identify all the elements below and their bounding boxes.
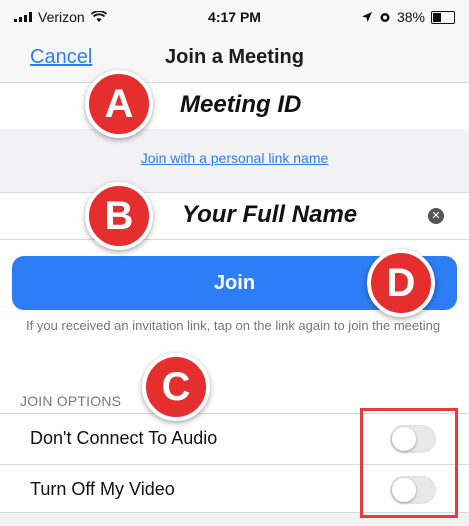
battery-percent: 38% xyxy=(396,9,425,25)
toggle-highlight-box xyxy=(360,408,458,518)
annotation-badge-d: D xyxy=(367,249,435,317)
option-label-audio: Don't Connect To Audio xyxy=(30,428,218,448)
battery-icon xyxy=(431,10,455,24)
annotation-badge-c: C xyxy=(142,353,210,421)
name-placeholder: Your Full Name xyxy=(182,201,358,228)
join-button-label: Join xyxy=(213,271,256,294)
name-field[interactable]: Your Full Name ✕ xyxy=(0,192,469,240)
meeting-id-placeholder: Meeting ID xyxy=(180,91,302,118)
x-circle-icon[interactable]: ✕ xyxy=(428,208,444,224)
alarm-icon xyxy=(380,13,390,22)
nav-bar: Cancel Join a Meeting xyxy=(0,30,469,83)
invitation-info-text: If you received an invitation link, tap … xyxy=(26,318,441,333)
annotation-badge-b: B xyxy=(85,182,153,250)
meeting-id-field[interactable]: Meeting ID xyxy=(0,82,469,130)
annotation-badge-a: A xyxy=(85,70,153,138)
status-bar: Verizon 4:17 PM 38% xyxy=(0,6,469,30)
personal-link-name-link[interactable]: Join with a personal link name xyxy=(0,150,469,166)
location-arrow-icon xyxy=(361,12,372,22)
status-right: 38% xyxy=(361,9,455,25)
join-options-header: JOIN OPTIONS xyxy=(20,393,122,409)
page-title: Join a Meeting xyxy=(165,46,304,68)
option-label-video: Turn Off My Video xyxy=(30,479,175,499)
